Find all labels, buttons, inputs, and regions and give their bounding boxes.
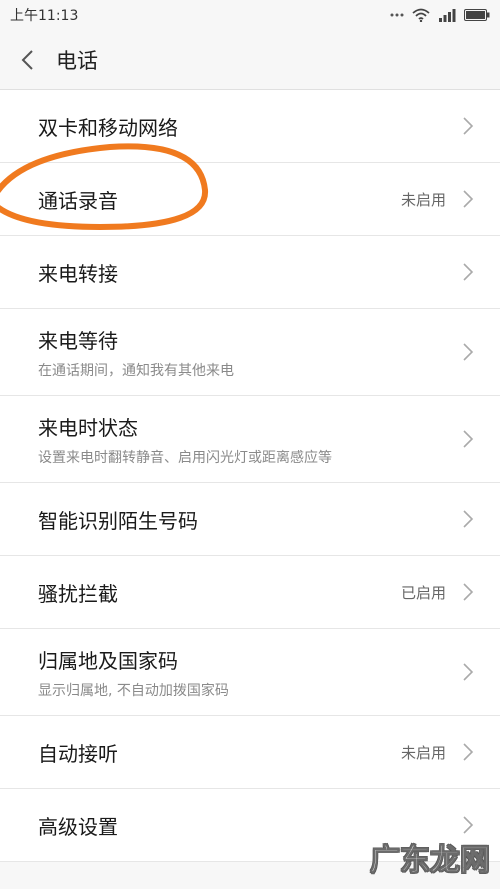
setting-auto-answer[interactable]: 自动接听 未启用 xyxy=(0,716,500,789)
chevron-right-icon xyxy=(463,583,474,601)
setting-value: 已启用 xyxy=(400,583,446,602)
setting-value: 未启用 xyxy=(400,190,446,209)
chevron-right-icon xyxy=(463,117,474,135)
title-bar: 电话 xyxy=(0,30,500,90)
chevron-right-icon xyxy=(463,816,474,834)
setting-title: 双卡和移动网络 xyxy=(38,115,178,140)
setting-subtitle: 在通话期间，通知我有其他来电 xyxy=(38,362,234,379)
setting-dual-sim[interactable]: 双卡和移动网络 xyxy=(0,90,500,163)
dots-icon xyxy=(390,13,404,17)
status-icons xyxy=(390,8,490,22)
watermark-logo: 广东龙网 xyxy=(370,843,491,879)
chevron-right-icon xyxy=(463,430,474,448)
settings-list: 双卡和移动网络 通话录音 未启用 来电转接 来电等待 在通话期间，通知我有其他来… xyxy=(0,90,500,862)
setting-title: 智能识别陌生号码 xyxy=(38,508,198,533)
status-bar: 上午11:13 xyxy=(0,0,500,30)
setting-title: 自动接听 xyxy=(38,741,118,766)
wifi-icon xyxy=(412,8,430,22)
status-time: 上午11:13 xyxy=(10,8,79,24)
chevron-right-icon xyxy=(463,510,474,528)
back-arrow-icon xyxy=(21,49,33,70)
setting-title: 归属地及国家码 xyxy=(38,648,178,673)
setting-subtitle: 设置来电时翻转静音、启用闪光灯或距离感应等 xyxy=(38,449,332,466)
page-title: 电话 xyxy=(56,48,98,73)
setting-smart-caller-id[interactable]: 智能识别陌生号码 xyxy=(0,483,500,556)
back-button[interactable] xyxy=(20,45,42,75)
setting-incoming-call-state[interactable]: 来电时状态 设置来电时翻转静音、启用闪光灯或距离感应等 xyxy=(0,396,500,483)
setting-call-waiting[interactable]: 来电等待 在通话期间，通知我有其他来电 xyxy=(0,309,500,396)
signal-icon xyxy=(439,9,456,22)
setting-title: 来电转接 xyxy=(38,261,118,286)
battery-icon xyxy=(464,9,490,21)
setting-title: 来电等待 xyxy=(38,328,118,353)
chevron-right-icon xyxy=(463,343,474,361)
setting-spam-blocking[interactable]: 骚扰拦截 已启用 xyxy=(0,556,500,629)
setting-value: 未启用 xyxy=(400,743,446,762)
chevron-right-icon xyxy=(463,190,474,208)
setting-title: 来电时状态 xyxy=(38,415,138,440)
setting-title: 通话录音 xyxy=(38,188,118,213)
chevron-right-icon xyxy=(463,743,474,761)
setting-call-recording[interactable]: 通话录音 未启用 xyxy=(0,163,500,236)
setting-subtitle: 显示归属地, 不自动加拨国家码 xyxy=(38,682,229,699)
chevron-right-icon xyxy=(463,263,474,281)
setting-call-forwarding[interactable]: 来电转接 xyxy=(0,236,500,309)
setting-location-country-code[interactable]: 归属地及国家码 显示归属地, 不自动加拨国家码 xyxy=(0,629,500,716)
chevron-right-icon xyxy=(463,663,474,681)
setting-title: 骚扰拦截 xyxy=(38,581,118,606)
